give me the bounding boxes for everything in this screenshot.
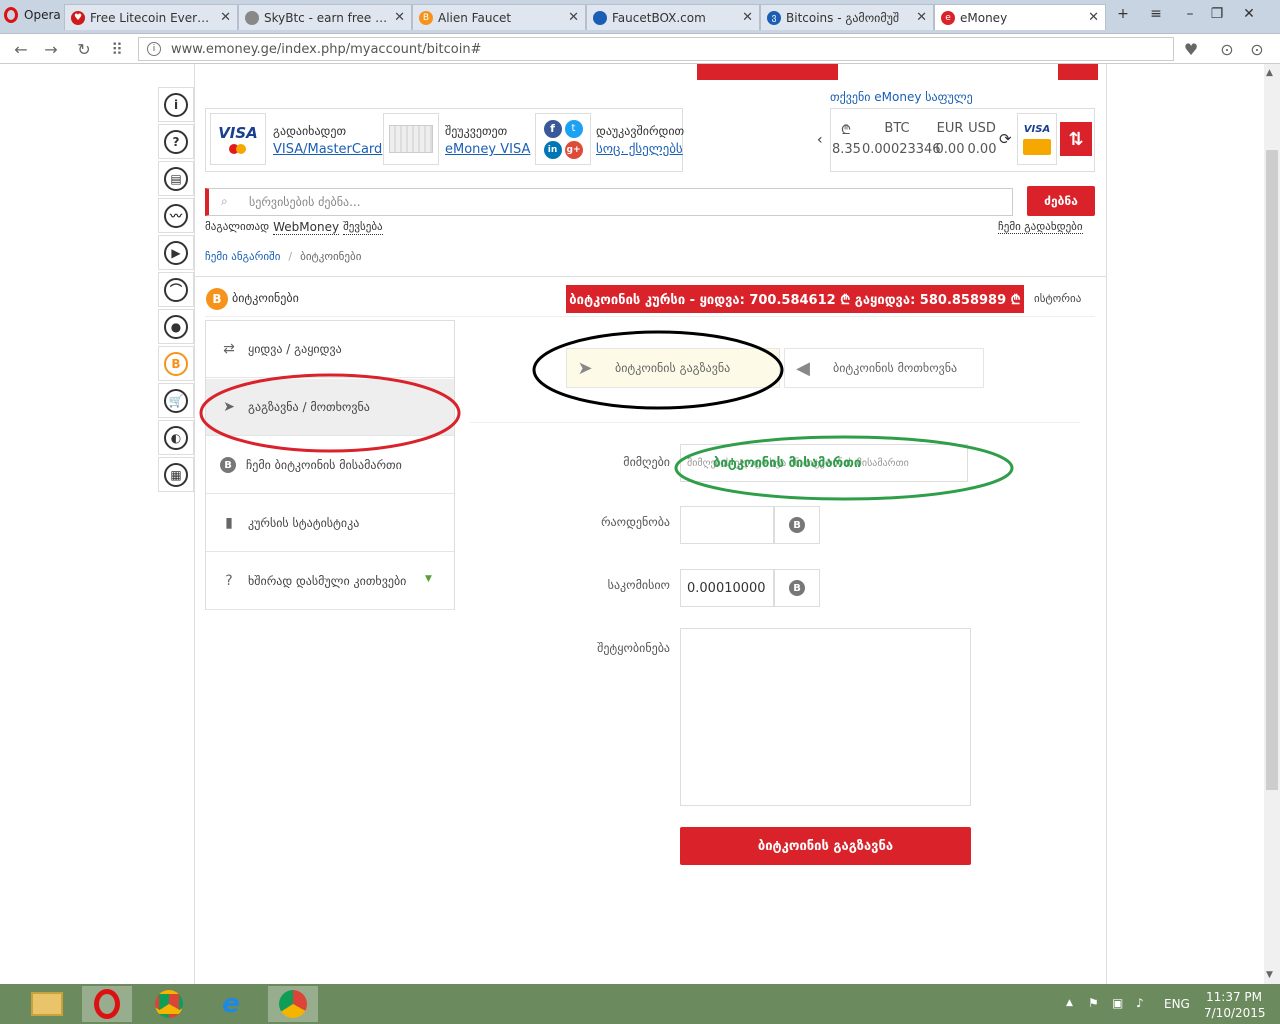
chrome-taskbar-icon[interactable] [144, 986, 194, 1022]
annotation-ellipses [199, 330, 1014, 501]
chrome-taskbar-icon-2[interactable] [268, 986, 318, 1022]
tray-time[interactable]: 11:37 PM [1206, 990, 1262, 1004]
tray-language[interactable]: ENG [1164, 997, 1190, 1011]
black-ellipse [532, 330, 784, 410]
green-ellipse [674, 435, 1014, 501]
tray-flag-icon[interactable]: ⚑ [1088, 996, 1099, 1010]
tray-expand-icon[interactable]: ▲ [1066, 998, 1073, 1008]
tray-date[interactable]: 7/10/2015 [1204, 1006, 1266, 1020]
red-ellipse [199, 373, 461, 453]
tray-network-icon[interactable]: ▣ [1112, 996, 1123, 1010]
tray-volume-icon[interactable]: ♪ [1136, 996, 1144, 1010]
file-explorer-icon[interactable] [22, 986, 72, 1022]
opera-taskbar-icon[interactable] [82, 986, 132, 1022]
ie-taskbar-icon[interactable]: e [206, 986, 256, 1022]
